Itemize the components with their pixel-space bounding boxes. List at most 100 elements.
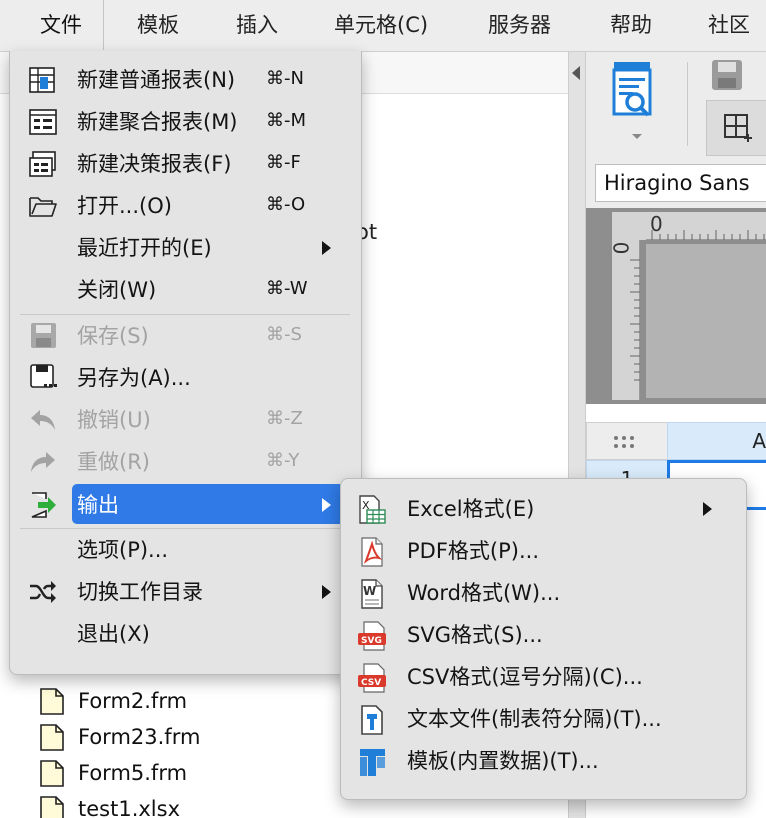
svg-text:CSV: CSV	[361, 678, 381, 688]
menu-file[interactable]: 文件	[40, 0, 82, 50]
menu-item-export[interactable]: 输出	[10, 484, 361, 526]
sheet-select-all[interactable]	[586, 422, 668, 460]
menu-item-recent[interactable]: 最近打开的(E)	[10, 227, 361, 269]
file-icon	[40, 688, 64, 715]
text-file-icon	[361, 705, 383, 735]
export-item-label: CSV格式(逗号分隔)(C)...	[407, 665, 643, 689]
excel-icon: X	[359, 495, 386, 524]
menu-item-shortcut: ⌘-W	[266, 278, 308, 299]
sheet-column-header[interactable]: A	[667, 422, 766, 460]
menu-item-label: 保存(S)	[77, 324, 149, 348]
export-text-file[interactable]: 文本文件(制表符分隔)(T)...	[341, 698, 746, 740]
menu-item-shortcut: ⌘-M	[266, 110, 307, 131]
ruler-corner	[612, 212, 646, 240]
menu-item-label: 切换工作目录	[77, 580, 203, 604]
shuffle-icon	[30, 581, 56, 603]
menu-item-save[interactable]: 保存(S) ⌘-S	[10, 315, 361, 357]
menu-template[interactable]: 模板	[137, 0, 179, 50]
menu-item-close[interactable]: 关闭(W) ⌘-W	[10, 269, 361, 311]
undo-icon	[31, 410, 55, 430]
menu-item-new-decision-report[interactable]: 新建决策报表(F) ⌘-F	[10, 143, 361, 185]
export-csv[interactable]: CSV CSV格式(逗号分隔)(C)...	[341, 656, 746, 698]
template-icon	[360, 749, 385, 776]
menu-item-shortcut: ⌘-Z	[266, 408, 303, 429]
ruler-h-zero-label: 0	[650, 212, 663, 236]
svg-icon: SVG	[358, 621, 386, 651]
menu-item-label: 另存为(A)...	[77, 366, 191, 390]
collapse-left-icon[interactable]	[572, 66, 580, 80]
file-menu-dropdown: 新建普通报表(N) ⌘-N 新建聚合报表(M) ⌘-M 新建决策报表(F) ⌘-…	[9, 51, 362, 675]
submenu-arrow-icon	[322, 498, 331, 512]
menu-item-label: 新建决策报表(F)	[77, 152, 232, 176]
export-item-label: 模板(内置数据)(T)...	[407, 749, 599, 773]
file-icon	[40, 796, 64, 818]
font-family-select[interactable]: Hiragino Sans	[595, 164, 766, 202]
menu-community[interactable]: 社区	[708, 0, 750, 50]
ruler-ticks-h	[651, 230, 765, 240]
export-template[interactable]: 模板(内置数据)(T)...	[341, 740, 746, 782]
menu-item-shortcut: ⌘-F	[266, 152, 301, 173]
report-preview-icon	[612, 62, 652, 117]
new-normal-report-icon	[29, 67, 55, 93]
insert-grid-button[interactable]	[706, 100, 766, 156]
toolbar-save-button[interactable]	[710, 58, 744, 92]
menu-item-label: 选项(P)...	[77, 538, 169, 562]
menu-server[interactable]: 服务器	[488, 0, 551, 50]
horizontal-ruler	[646, 212, 766, 240]
menu-item-shortcut: ⌘-N	[266, 68, 304, 89]
preview-dropdown-icon[interactable]	[632, 134, 642, 139]
menu-bar: 文件 模板 插入 单元格(C) 服务器 帮助 社区	[0, 0, 766, 52]
menu-item-new-aggregate-report[interactable]: 新建聚合报表(M) ⌘-M	[10, 101, 361, 143]
menu-item-new-normal-report[interactable]: 新建普通报表(N) ⌘-N	[10, 59, 361, 101]
menu-item-label: 打开...(O)	[77, 194, 172, 218]
menu-item-label: 退出(X)	[77, 622, 150, 646]
menu-item-save-as[interactable]: 另存为(A)...	[10, 357, 361, 399]
menu-item-open[interactable]: 打开...(O) ⌘-O	[10, 185, 361, 227]
menu-cell[interactable]: 单元格(C)	[334, 0, 428, 50]
menu-item-shortcut: ⌘-Y	[266, 450, 300, 471]
menu-item-label: 撤销(U)	[77, 408, 151, 432]
word-icon: W	[361, 579, 383, 609]
design-canvas[interactable]	[646, 244, 766, 398]
new-aggregate-report-icon	[29, 109, 57, 135]
table-add-icon	[724, 114, 752, 142]
preview-button[interactable]	[604, 60, 660, 142]
svg-text:W: W	[363, 584, 376, 598]
menu-item-options[interactable]: 选项(P)...	[10, 529, 361, 571]
vertical-ruler	[612, 240, 640, 400]
menu-item-undo[interactable]: 撤销(U) ⌘-Z	[10, 399, 361, 441]
menu-help[interactable]: 帮助	[610, 0, 652, 50]
export-pdf[interactable]: PDF格式(P)...	[341, 530, 746, 572]
toolbar-separator	[687, 62, 688, 146]
file-icon	[40, 760, 64, 787]
export-word[interactable]: W Word格式(W)...	[341, 572, 746, 614]
export-icon	[31, 492, 56, 518]
menu-item-label: 重做(R)	[77, 450, 150, 474]
export-item-label: Word格式(W)...	[407, 581, 561, 605]
menu-item-label: 最近打开的(E)	[77, 236, 212, 260]
menu-item-switch-workdir[interactable]: 切换工作目录	[10, 571, 361, 613]
menu-item-redo[interactable]: 重做(R) ⌘-Y	[10, 441, 361, 483]
menu-insert[interactable]: 插入	[236, 0, 278, 50]
file-name: Form23.frm	[78, 725, 201, 749]
file-icon	[40, 724, 64, 751]
export-excel[interactable]: X Excel格式(E)	[341, 488, 746, 530]
submenu-arrow-icon	[703, 502, 712, 516]
menu-item-label: 新建普通报表(N)	[77, 68, 236, 92]
menu-item-shortcut: ⌘-S	[266, 324, 302, 345]
svg-text:SVG: SVG	[361, 636, 382, 646]
ruler-ticks-v	[630, 259, 640, 381]
menu-item-label: 输出	[77, 493, 119, 517]
save-as-icon	[30, 364, 57, 388]
menu-item-label: 关闭(W)	[77, 278, 157, 302]
save-icon	[31, 323, 56, 348]
pdf-icon	[361, 537, 383, 567]
ruler-v-zero-label: 0	[608, 241, 633, 255]
export-item-label: PDF格式(P)...	[407, 539, 539, 563]
submenu-arrow-icon	[322, 241, 331, 255]
redo-icon	[31, 452, 55, 472]
menu-item-exit[interactable]: 退出(X)	[10, 613, 361, 655]
export-svg[interactable]: SVG SVG格式(S)...	[341, 614, 746, 656]
new-decision-report-icon	[29, 151, 56, 177]
file-name: Form2.frm	[78, 689, 188, 713]
